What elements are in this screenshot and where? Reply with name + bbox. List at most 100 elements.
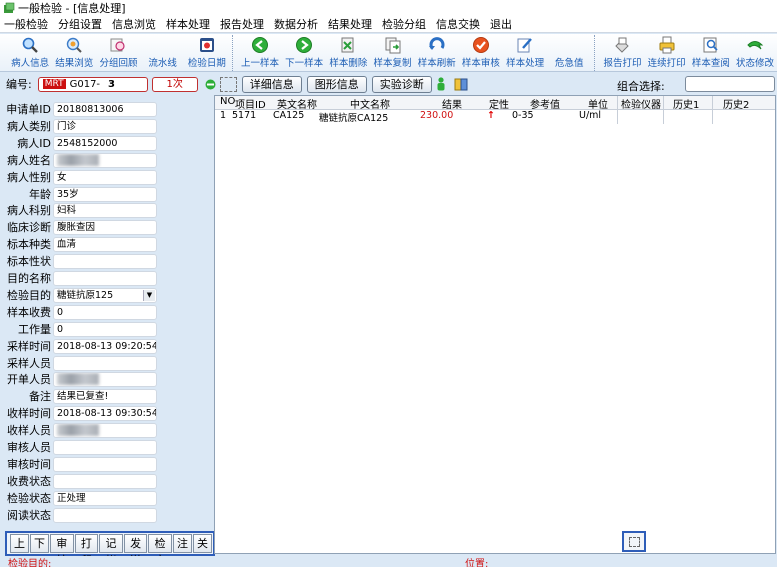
field-value[interactable] bbox=[53, 456, 157, 472]
billing-button[interactable]: 记帐 bbox=[99, 534, 123, 567]
next-sample-button[interactable]: 下一样本 bbox=[282, 34, 326, 72]
field-value[interactable]: 0 bbox=[53, 321, 157, 337]
field-label: 年龄 bbox=[29, 188, 51, 201]
menu-group-settings[interactable]: 分组设置 bbox=[58, 16, 102, 32]
field-label: 目的名称 bbox=[7, 272, 51, 285]
sample-refresh-button[interactable]: 样本刷新 bbox=[415, 34, 459, 72]
person-icon[interactable] bbox=[436, 77, 446, 91]
field-value[interactable]: 腹胀查因 bbox=[53, 219, 157, 235]
field-value[interactable]: 结果已复查! bbox=[53, 388, 157, 404]
sample-id-tag: MRT bbox=[42, 79, 66, 89]
field-value[interactable] bbox=[53, 422, 157, 438]
menu-info-browse[interactable]: 信息浏览 bbox=[112, 16, 156, 32]
review-button[interactable]: 检审 bbox=[148, 534, 172, 567]
col-result[interactable]: 结果 bbox=[442, 96, 462, 111]
close-button[interactable]: 关 bbox=[192, 534, 212, 553]
col-history-1[interactable]: 历史1 bbox=[673, 96, 699, 111]
menu-sample-process[interactable]: 样本处理 bbox=[166, 16, 210, 32]
field-value[interactable] bbox=[53, 270, 157, 286]
selection-toggle[interactable] bbox=[622, 531, 646, 552]
col-history-2[interactable]: 历史2 bbox=[723, 96, 749, 111]
sample-lookup-button[interactable]: 样本查阅 bbox=[689, 34, 733, 72]
report-print-button[interactable]: 报告打印 bbox=[600, 34, 644, 72]
status-modify-button[interactable]: 状态修改 bbox=[733, 34, 777, 72]
lab-diagnosis-button[interactable]: 实验诊断 bbox=[371, 75, 432, 93]
col-reference[interactable]: 参考值 bbox=[530, 96, 560, 111]
group-select-input[interactable] bbox=[685, 76, 775, 92]
field-row: 采样人员 bbox=[5, 355, 210, 371]
prev-sample-button[interactable]: 上一样本 bbox=[238, 34, 282, 72]
send-button[interactable]: 发送 bbox=[123, 534, 148, 567]
test-date-button[interactable]: 检验日期 bbox=[185, 34, 229, 72]
field-row: 目的名称 bbox=[5, 270, 210, 286]
col-item-id[interactable]: 项目ID bbox=[235, 96, 266, 111]
col-no[interactable]: NO bbox=[220, 96, 235, 107]
field-value[interactable] bbox=[53, 253, 157, 269]
field-value[interactable]: 正处理 bbox=[53, 490, 157, 506]
table-row[interactable]: 1 5171 CA125 糖链抗原CA125 230.00 ↑ 0-35 U/m… bbox=[215, 110, 775, 124]
col-chinese-name[interactable]: 中文名称 bbox=[350, 96, 390, 111]
sample-delete-button[interactable]: 样本删除 bbox=[326, 34, 370, 72]
critical-value-button[interactable]: 危急值 bbox=[547, 34, 591, 72]
note-button[interactable]: 注 bbox=[172, 534, 192, 553]
print-button[interactable]: 打印 bbox=[74, 534, 99, 567]
field-label: 采样人员 bbox=[7, 357, 51, 370]
pipeline-button[interactable]: 流水线 bbox=[141, 34, 185, 72]
field-value[interactable]: 35岁 bbox=[53, 186, 157, 202]
sample-process-button[interactable]: 样本处理 bbox=[503, 34, 547, 72]
field-value[interactable] bbox=[53, 371, 157, 387]
field-value[interactable]: 20180813006 bbox=[53, 101, 157, 117]
col-qualitative[interactable]: 定性 bbox=[489, 96, 509, 111]
field-value[interactable] bbox=[53, 152, 157, 168]
field-value[interactable]: 血清 bbox=[53, 236, 157, 252]
sample-copy-button[interactable]: 样本复制 bbox=[370, 34, 414, 72]
detail-info-button[interactable]: 详细信息 bbox=[241, 75, 302, 93]
group-review-button[interactable]: 分组回顾 bbox=[96, 34, 140, 72]
field-value[interactable] bbox=[53, 507, 157, 523]
chevron-down-icon[interactable]: ▼ bbox=[143, 289, 155, 301]
app-icon bbox=[3, 2, 15, 14]
cell-unit: U/ml bbox=[579, 110, 602, 121]
col-english-name[interactable]: 英文名称 bbox=[277, 96, 317, 111]
graph-info-button[interactable]: 图形信息 bbox=[306, 75, 367, 93]
menu-test-group[interactable]: 检验分组 bbox=[382, 16, 426, 32]
cell-no: 1 bbox=[220, 110, 227, 121]
menu-report-process[interactable]: 报告处理 bbox=[220, 16, 264, 32]
menu-exit[interactable]: 退出 bbox=[490, 16, 512, 32]
audit-button[interactable]: 审核 bbox=[50, 534, 74, 567]
col-instrument[interactable]: 检验仪器 bbox=[621, 96, 661, 111]
field-value[interactable]: 0 bbox=[53, 304, 157, 320]
menu-data-analysis[interactable]: 数据分析 bbox=[274, 16, 318, 32]
menu-general-test[interactable]: 一般检验 bbox=[4, 16, 48, 32]
field-value[interactable] bbox=[53, 439, 157, 455]
field-value[interactable]: 2018-08-13 09:30:54 bbox=[53, 405, 157, 421]
menu-result-process[interactable]: 结果处理 bbox=[328, 16, 372, 32]
menu-info-exchange[interactable]: 信息交换 bbox=[436, 16, 480, 32]
field-value[interactable]: 门诊 bbox=[53, 118, 157, 134]
col-unit[interactable]: 单位 bbox=[588, 96, 608, 111]
title-bar: 一般检验 - [信息处理] bbox=[0, 0, 777, 16]
field-label: 标本种类 bbox=[7, 238, 51, 251]
up-button[interactable]: 上 bbox=[10, 534, 29, 553]
field-value[interactable]: 糖链抗原125 ▼ bbox=[53, 287, 157, 303]
copy-icon bbox=[385, 37, 401, 54]
patient-info-button[interactable]: 病人信息 bbox=[8, 34, 52, 72]
field-value[interactable]: 2018-08-13 09:20:54 bbox=[53, 338, 157, 354]
select-box-icon[interactable] bbox=[219, 76, 237, 92]
toolbar-separator bbox=[231, 35, 235, 71]
continuous-print-button[interactable]: 连续打印 bbox=[645, 34, 689, 72]
sample-audit-label: 样本审核 bbox=[461, 58, 500, 69]
sample-id-field[interactable]: MRT G017- 3 bbox=[37, 76, 148, 92]
field-value[interactable]: 妇科 bbox=[53, 202, 157, 218]
field-value[interactable] bbox=[53, 473, 157, 489]
field-value[interactable]: 女 bbox=[53, 169, 157, 185]
field-value[interactable] bbox=[53, 355, 157, 371]
down-button[interactable]: 下 bbox=[30, 534, 49, 553]
field-row: 临床诊断 腹胀查因 bbox=[5, 219, 210, 235]
green-status-icon[interactable] bbox=[205, 79, 216, 90]
book-icon[interactable] bbox=[454, 77, 468, 91]
sample-audit-button[interactable]: 样本审核 bbox=[459, 34, 503, 72]
result-browse-button[interactable]: 结果浏览 bbox=[52, 34, 96, 72]
field-value[interactable]: 2548152000 bbox=[53, 135, 157, 151]
field-label: 病人类别 bbox=[7, 120, 51, 133]
